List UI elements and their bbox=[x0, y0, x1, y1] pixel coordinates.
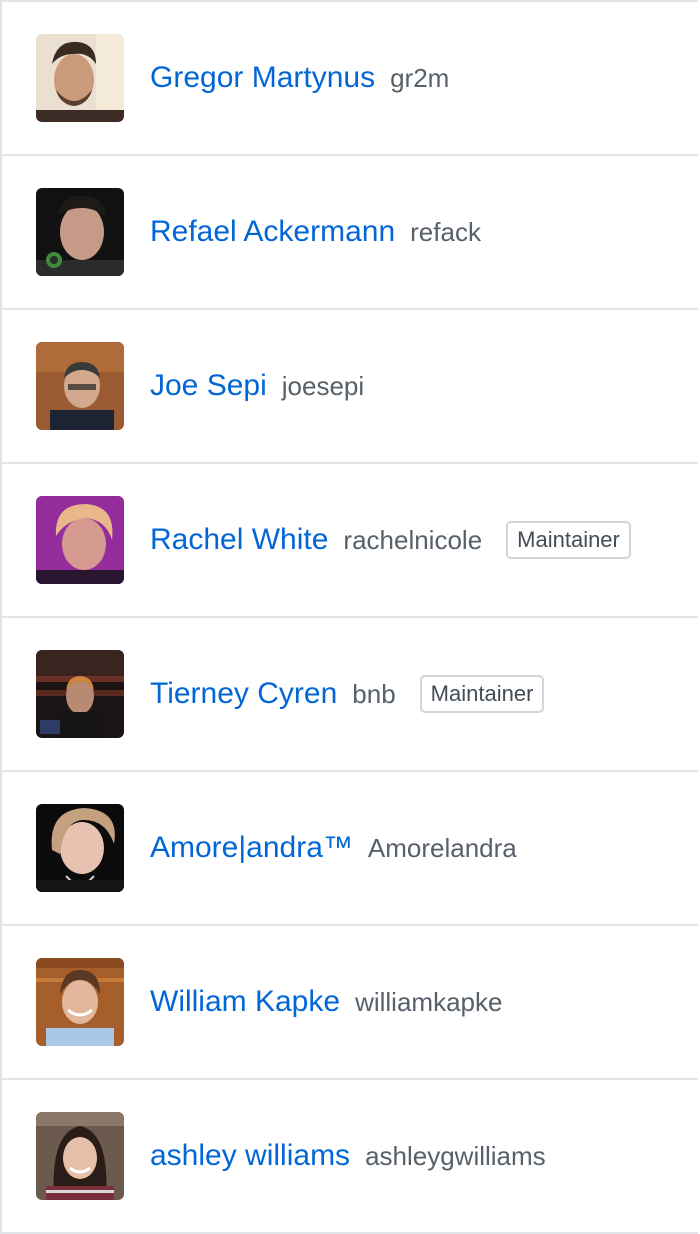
member-info: Gregor Martynus gr2m bbox=[150, 2, 449, 154]
member-name-link[interactable]: Rachel White bbox=[150, 523, 328, 557]
avatar-image bbox=[36, 496, 124, 584]
member-login: joesepi bbox=[281, 370, 365, 401]
avatar-image bbox=[36, 958, 124, 1046]
maintainer-badge: Maintainer bbox=[506, 521, 631, 559]
avatar[interactable] bbox=[36, 496, 124, 584]
member-info: Joe Sepi joesepi bbox=[150, 310, 364, 462]
member-login: williamkapke bbox=[355, 986, 503, 1017]
member-name-link[interactable]: Tierney Cyren bbox=[150, 677, 337, 711]
member-info: Amore|andra™ Amorelandra bbox=[150, 772, 517, 924]
member-login: Amorelandra bbox=[367, 832, 517, 863]
member-login: ashleygwilliams bbox=[365, 1140, 546, 1171]
member-row: Rachel White rachelnicole Maintainer bbox=[2, 464, 698, 618]
member-row: Amore|andra™ Amorelandra bbox=[2, 772, 698, 926]
avatar-image bbox=[36, 804, 124, 892]
maintainer-badge: Maintainer bbox=[419, 675, 545, 713]
member-name-link[interactable]: William Kapke bbox=[150, 985, 340, 1019]
avatar-image bbox=[36, 188, 124, 276]
member-login: gr2m bbox=[390, 62, 450, 93]
member-login: bnb bbox=[352, 678, 396, 709]
member-row: ashley williams ashleygwilliams bbox=[2, 1080, 698, 1234]
member-info: Tierney Cyren bnb Maintainer bbox=[150, 618, 545, 770]
avatar[interactable] bbox=[36, 650, 124, 738]
member-row: Gregor Martynus gr2m bbox=[2, 2, 698, 156]
avatar[interactable] bbox=[36, 1112, 124, 1200]
member-list: Gregor Martynus gr2m Refael Ackermann re… bbox=[0, 0, 698, 1234]
member-row: Refael Ackermann refack bbox=[2, 156, 698, 310]
member-row: Tierney Cyren bnb Maintainer bbox=[2, 618, 698, 772]
member-info: Refael Ackermann refack bbox=[150, 156, 481, 308]
member-name-link[interactable]: Amore|andra™ bbox=[150, 831, 353, 865]
avatar[interactable] bbox=[36, 188, 124, 276]
member-info: ashley williams ashleygwilliams bbox=[150, 1080, 546, 1232]
avatar-image bbox=[36, 650, 124, 738]
member-name-link[interactable]: ashley williams bbox=[150, 1139, 350, 1173]
avatar[interactable] bbox=[36, 342, 124, 430]
member-name-link[interactable]: Joe Sepi bbox=[150, 369, 267, 403]
member-name-link[interactable]: Refael Ackermann bbox=[150, 215, 395, 249]
member-row: William Kapke williamkapke bbox=[2, 926, 698, 1080]
member-info: Rachel White rachelnicole Maintainer bbox=[150, 464, 631, 616]
avatar-image bbox=[36, 34, 124, 122]
avatar[interactable] bbox=[36, 34, 124, 122]
member-row: Joe Sepi joesepi bbox=[2, 310, 698, 464]
avatar-image bbox=[36, 1112, 124, 1200]
avatar-image bbox=[36, 342, 124, 430]
member-login: refack bbox=[410, 216, 481, 247]
avatar[interactable] bbox=[36, 804, 124, 892]
member-info: William Kapke williamkapke bbox=[150, 926, 502, 1078]
member-name-link[interactable]: Gregor Martynus bbox=[150, 61, 375, 95]
member-login: rachelnicole bbox=[343, 524, 483, 555]
avatar[interactable] bbox=[36, 958, 124, 1046]
